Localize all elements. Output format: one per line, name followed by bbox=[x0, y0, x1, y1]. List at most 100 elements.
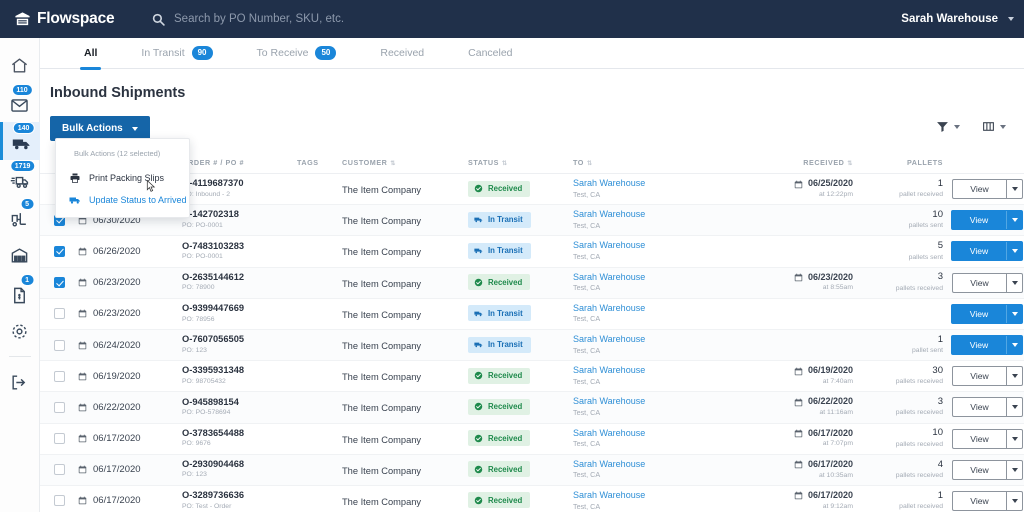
row-to-name[interactable]: Sarah Warehouse bbox=[573, 459, 738, 471]
row-to-cell[interactable]: Sarah Warehouse Test, CA bbox=[573, 428, 738, 450]
table-row[interactable]: 06/24/2020 O-7607056505 PO: 123 The Item Co… bbox=[40, 329, 1024, 362]
view-button[interactable]: View bbox=[952, 242, 1006, 260]
row-to-name[interactable]: Sarah Warehouse bbox=[573, 272, 738, 284]
view-dropdown-toggle[interactable] bbox=[1006, 336, 1022, 355]
view-dropdown-toggle[interactable] bbox=[1006, 304, 1022, 323]
view-button[interactable]: View bbox=[953, 430, 1006, 448]
row-checkbox[interactable] bbox=[53, 339, 65, 351]
view-dropdown-toggle[interactable] bbox=[1006, 398, 1022, 417]
col-received[interactable]: RECEIVED ⇅ bbox=[738, 158, 853, 167]
table-row[interactable]: 06/19/2020 O-3395931348 PO: 98705432 The It… bbox=[40, 361, 1024, 393]
row-order-cell[interactable]: O-3783654488 PO: 9676 bbox=[182, 428, 297, 450]
view-button-group[interactable]: View bbox=[952, 179, 1023, 200]
view-button[interactable]: View bbox=[953, 274, 1006, 292]
row-order-cell[interactable]: O-4119687370 PO: Inbound - 2 bbox=[182, 178, 297, 200]
user-menu[interactable]: Sarah Warehouse bbox=[901, 0, 1014, 38]
row-select-cell[interactable] bbox=[40, 245, 78, 257]
row-to-name[interactable]: Sarah Warehouse bbox=[573, 490, 738, 502]
row-checkbox[interactable] bbox=[53, 308, 65, 320]
row-to-cell[interactable]: Sarah Warehouse Test, CA bbox=[573, 209, 738, 231]
row-order-cell[interactable]: O-7607056505 PO: 123 bbox=[182, 334, 297, 356]
row-select-cell[interactable] bbox=[40, 495, 78, 507]
sidebar-item-billing[interactable]: 1 bbox=[0, 274, 40, 312]
row-to-cell[interactable]: Sarah Warehouse Test, CA bbox=[573, 459, 738, 481]
col-tags[interactable]: TAGS bbox=[297, 158, 342, 167]
view-dropdown-toggle[interactable] bbox=[1006, 273, 1022, 292]
sidebar-item-inbound[interactable]: 140 bbox=[0, 122, 40, 160]
tab-all[interactable]: All bbox=[62, 38, 119, 70]
tab-to-receive[interactable]: To Receive 50 bbox=[235, 38, 359, 69]
row-order-cell[interactable]: O-3395931348 PO: 98705432 bbox=[182, 365, 297, 387]
row-to-name[interactable]: Sarah Warehouse bbox=[573, 209, 738, 221]
row-order-cell[interactable]: O-2635144612 PO: 78900 bbox=[182, 272, 297, 294]
logo[interactable]: Flowspace bbox=[0, 10, 126, 28]
row-order-cell[interactable]: O-2930904468 PO: 123 bbox=[182, 459, 297, 481]
table-row[interactable]: 06/26/2020 O-7483103283 PO: PO-0001 The Ite… bbox=[40, 236, 1024, 268]
row-checkbox[interactable] bbox=[53, 370, 65, 382]
row-to-name[interactable]: Sarah Warehouse bbox=[573, 303, 738, 315]
table-row[interactable]: 06/17/2020 O-3289736636 PO: Test - Order Th… bbox=[40, 485, 1024, 512]
view-button-group[interactable]: View bbox=[952, 490, 1023, 511]
row-to-cell[interactable]: Sarah Warehouse Test, CA bbox=[573, 490, 738, 512]
row-to-name[interactable]: Sarah Warehouse bbox=[573, 428, 738, 440]
sidebar-item-home[interactable] bbox=[0, 46, 40, 84]
menu-item-update-status[interactable]: Update Status to Arrived bbox=[56, 189, 189, 211]
view-button[interactable]: View bbox=[953, 367, 1006, 385]
sidebar-item-logout[interactable] bbox=[0, 363, 40, 401]
row-select-cell[interactable] bbox=[40, 370, 78, 382]
row-to-name[interactable]: Sarah Warehouse bbox=[573, 365, 738, 377]
view-dropdown-toggle[interactable] bbox=[1006, 367, 1022, 386]
view-button-group[interactable]: View bbox=[951, 241, 1023, 262]
view-button-group[interactable]: View bbox=[951, 210, 1023, 231]
menu-item-print-packing-slips[interactable]: Print Packing Slips bbox=[56, 167, 189, 189]
row-to-cell[interactable]: Sarah Warehouse Test, CA bbox=[573, 303, 738, 325]
filter-control[interactable] bbox=[936, 120, 960, 133]
row-to-cell[interactable]: Sarah Warehouse Test, CA bbox=[573, 240, 738, 262]
row-checkbox[interactable] bbox=[53, 495, 65, 507]
table-row[interactable]: 06/23/2020 O-9399447669 PO: 78956 The Item … bbox=[40, 298, 1024, 330]
row-to-name[interactable]: Sarah Warehouse bbox=[573, 178, 738, 190]
view-button-group[interactable]: View bbox=[952, 397, 1023, 418]
view-dropdown-toggle[interactable] bbox=[1006, 180, 1022, 199]
row-to-cell[interactable]: Sarah Warehouse Test, CA bbox=[573, 365, 738, 387]
sidebar-item-settings[interactable] bbox=[0, 312, 40, 350]
search-box[interactable] bbox=[152, 13, 474, 26]
col-pallets[interactable]: PALLETS bbox=[853, 158, 943, 167]
row-checkbox[interactable] bbox=[53, 245, 65, 257]
tab-in-transit[interactable]: In Transit 90 bbox=[119, 38, 234, 69]
view-dropdown-toggle[interactable] bbox=[1006, 491, 1022, 510]
row-order-cell[interactable]: O-3289736636 PO: Test - Order bbox=[182, 490, 297, 512]
row-checkbox[interactable] bbox=[53, 433, 65, 445]
view-dropdown-toggle[interactable] bbox=[1006, 460, 1022, 479]
row-select-cell[interactable] bbox=[40, 464, 78, 476]
row-to-cell[interactable]: Sarah Warehouse Test, CA bbox=[573, 334, 738, 356]
sidebar-item-warehouse[interactable] bbox=[0, 236, 40, 274]
row-checkbox[interactable] bbox=[53, 401, 65, 413]
row-select-cell[interactable] bbox=[40, 277, 78, 289]
view-button[interactable]: View bbox=[953, 398, 1006, 416]
columns-control[interactable] bbox=[982, 120, 1006, 133]
row-select-cell[interactable] bbox=[40, 401, 78, 413]
col-status[interactable]: STATUS ⇅ bbox=[468, 158, 573, 167]
table-row[interactable]: 06/17/2020 O-3783654488 PO: 9676 The Item C… bbox=[40, 423, 1024, 455]
view-button[interactable]: View bbox=[953, 492, 1006, 510]
row-select-cell[interactable] bbox=[40, 339, 78, 351]
sidebar-item-messages[interactable]: 110 bbox=[0, 84, 40, 122]
row-to-cell[interactable]: Sarah Warehouse Test, CA bbox=[573, 396, 738, 418]
row-to-name[interactable]: Sarah Warehouse bbox=[573, 240, 738, 252]
table-row[interactable]: 06/23/2020 O-2635144612 PO: 78900 The Item … bbox=[40, 267, 1024, 299]
view-button-group[interactable]: View bbox=[952, 428, 1023, 449]
tab-received[interactable]: Received bbox=[358, 38, 446, 69]
col-to[interactable]: TO ⇅ bbox=[573, 158, 738, 167]
row-select-cell[interactable] bbox=[40, 433, 78, 445]
sidebar-item-inventory[interactable]: 5 bbox=[0, 198, 40, 236]
view-button[interactable]: View bbox=[953, 461, 1006, 479]
row-checkbox[interactable] bbox=[53, 464, 65, 476]
tab-canceled[interactable]: Canceled bbox=[446, 38, 534, 69]
row-checkbox[interactable] bbox=[53, 277, 65, 289]
row-order-cell[interactable]: O-142702318 PO: PO-0001 bbox=[182, 209, 297, 231]
sidebar-item-outbound[interactable]: 1719 bbox=[0, 160, 40, 198]
view-button[interactable]: View bbox=[953, 180, 1006, 198]
row-to-cell[interactable]: Sarah Warehouse Test, CA bbox=[573, 272, 738, 294]
view-button[interactable]: View bbox=[952, 211, 1006, 229]
